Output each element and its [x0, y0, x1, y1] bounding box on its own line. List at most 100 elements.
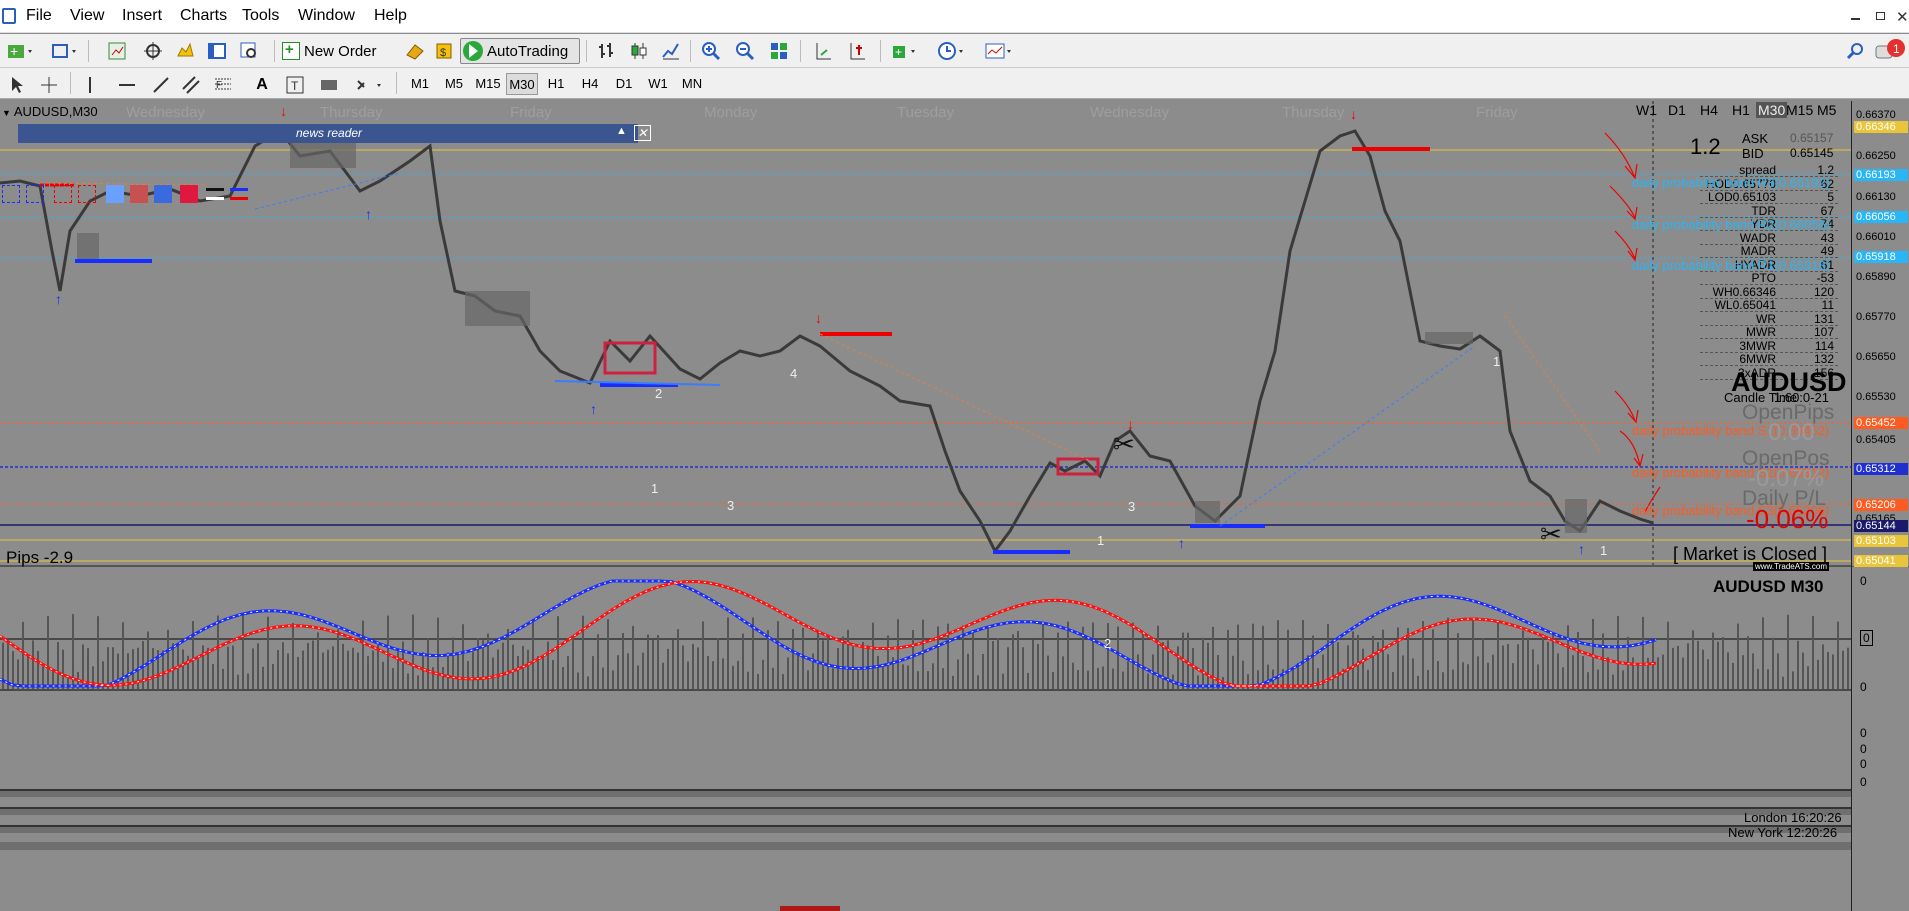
menu-tools[interactable]: Tools: [242, 7, 279, 25]
tf-m15[interactable]: M15: [1786, 102, 1813, 118]
equidistant-channel-icon[interactable]: [178, 72, 204, 98]
crosshair-icon[interactable]: [36, 72, 62, 98]
volume-bar: [1047, 655, 1049, 689]
strategy-tester-icon[interactable]: [236, 38, 262, 64]
volume-bar: [897, 619, 899, 689]
tf-m30[interactable]: M30: [1756, 102, 1788, 118]
scroll-marker: [780, 906, 840, 911]
volume-bar: [582, 615, 584, 689]
notifications-icon[interactable]: 1: [1874, 38, 1906, 69]
volume-bar: [1432, 629, 1434, 689]
metaeditor-icon[interactable]: [402, 38, 428, 64]
horizontal-line-icon[interactable]: [114, 72, 140, 98]
cursor-icon[interactable]: [4, 72, 30, 98]
volume-bar: [1497, 622, 1499, 689]
arrows-icon[interactable]: [352, 72, 388, 98]
tf-m5[interactable]: M5: [1817, 102, 1836, 118]
volume-bar: [1037, 643, 1039, 689]
menu-charts[interactable]: Charts: [180, 7, 227, 25]
volume-bar: [1017, 631, 1019, 689]
chart-shift-icon[interactable]: [810, 38, 836, 64]
navigator-icon[interactable]: [172, 38, 198, 64]
volume-bar: [1652, 641, 1654, 689]
tile-windows-icon[interactable]: [766, 38, 792, 64]
minimize-icon[interactable]: [1851, 18, 1860, 20]
timeframe-m30[interactable]: M30: [506, 73, 538, 95]
new-order-label: New Order: [304, 42, 377, 60]
indicators-icon[interactable]: +: [888, 38, 922, 64]
volume-bar: [1447, 617, 1449, 689]
rectangle-icon[interactable]: [316, 72, 342, 98]
search-icon[interactable]: [1846, 42, 1864, 65]
vertical-line-icon[interactable]: [80, 72, 100, 98]
text-label-icon[interactable]: T: [282, 72, 308, 98]
timeframe-h1[interactable]: H1: [540, 73, 572, 95]
stats-label: WADR: [1739, 230, 1776, 245]
bar-chart-icon[interactable]: [594, 38, 620, 64]
volume-bar: [1847, 647, 1849, 689]
volume-bar: [467, 661, 469, 689]
menu-view[interactable]: View: [70, 7, 104, 25]
day-label: Monday: [704, 104, 758, 121]
auto-scroll-icon[interactable]: [844, 38, 870, 64]
tf-w1[interactable]: W1: [1636, 102, 1657, 118]
timeframe-m1[interactable]: M1: [404, 73, 436, 95]
menu-insert[interactable]: Insert: [122, 7, 162, 25]
tf-h1[interactable]: H1: [1732, 102, 1750, 118]
volume-bar: [1417, 675, 1419, 689]
volume-bar: [1472, 618, 1474, 689]
templates-icon[interactable]: [982, 38, 1018, 64]
menu-file[interactable]: File: [26, 7, 52, 25]
color-swatches[interactable]: [2, 185, 248, 203]
new-chart-icon[interactable]: +: [4, 38, 38, 64]
menu-window[interactable]: Window: [298, 7, 355, 25]
news-reader-bar[interactable]: news reader ▲ ✕: [18, 124, 651, 143]
new-order-button[interactable]: + New Order: [282, 38, 404, 64]
volume-bar: [922, 619, 924, 689]
terminal-icon[interactable]: [204, 38, 230, 64]
timeframe-m15[interactable]: M15: [472, 73, 504, 95]
close-icon[interactable]: ✕: [1896, 8, 1909, 26]
tf-d1[interactable]: D1: [1668, 102, 1686, 118]
data-window-icon[interactable]: [140, 38, 166, 64]
close-news-icon[interactable]: ✕: [634, 125, 651, 141]
stats-row: WADR 43: [1700, 232, 1838, 245]
timeframe-m5[interactable]: M5: [438, 73, 470, 95]
fibonacci-icon[interactable]: F: [210, 72, 236, 98]
chart-window[interactable]: ↑↑↑ ↑↑↑ ↓↓↓ ↓↓ ✂ ✂: [0, 101, 1909, 911]
menu-help[interactable]: Help: [374, 7, 407, 25]
volume-bar: [1382, 629, 1384, 689]
zoom-in-icon[interactable]: [698, 38, 724, 64]
market-watch-icon[interactable]: [104, 38, 130, 64]
signals-icon[interactable]: $: [432, 38, 458, 64]
timeframe-h4[interactable]: H4: [574, 73, 606, 95]
collapse-icon[interactable]: ▲: [616, 125, 627, 137]
volume-bar: [1077, 669, 1079, 689]
stats-row: 6MWR 132: [1700, 353, 1838, 366]
tf-h4[interactable]: H4: [1700, 102, 1718, 118]
volume-bar: [877, 655, 879, 689]
price-chart[interactable]: ↑↑↑ ↑↑↑ ↓↓↓ ↓↓ ✂ ✂: [0, 101, 1909, 911]
zoom-out-icon[interactable]: [732, 38, 758, 64]
profiles-icon[interactable]: [48, 38, 82, 64]
volume-bar: [1812, 616, 1814, 689]
volume-bar: [57, 641, 59, 689]
volume-bar: [1062, 656, 1064, 689]
price-tick-label: 0.65918: [1854, 251, 1908, 263]
day-label: Tuesday: [897, 104, 954, 121]
text-icon[interactable]: A: [250, 72, 274, 98]
line-chart-icon[interactable]: [658, 38, 684, 64]
day-label: Friday: [1476, 104, 1518, 121]
trendline-icon[interactable]: [148, 72, 174, 98]
autotrading-button[interactable]: AutoTrading: [460, 38, 580, 64]
periods-icon[interactable]: [934, 38, 970, 64]
volume-bar: [1207, 642, 1209, 689]
volume-bar: [882, 666, 884, 689]
candlestick-icon[interactable]: [626, 38, 652, 64]
timeframe-d1[interactable]: D1: [608, 73, 640, 95]
price-axis[interactable]: 0.66370 0.66346 0.66250 0.66193 0.66130 0.660…: [1851, 101, 1909, 567]
timeframe-w1[interactable]: W1: [642, 73, 674, 95]
volume-bar: [1527, 637, 1529, 689]
timeframe-mn[interactable]: MN: [676, 73, 708, 95]
restore-icon[interactable]: [1876, 12, 1885, 20]
